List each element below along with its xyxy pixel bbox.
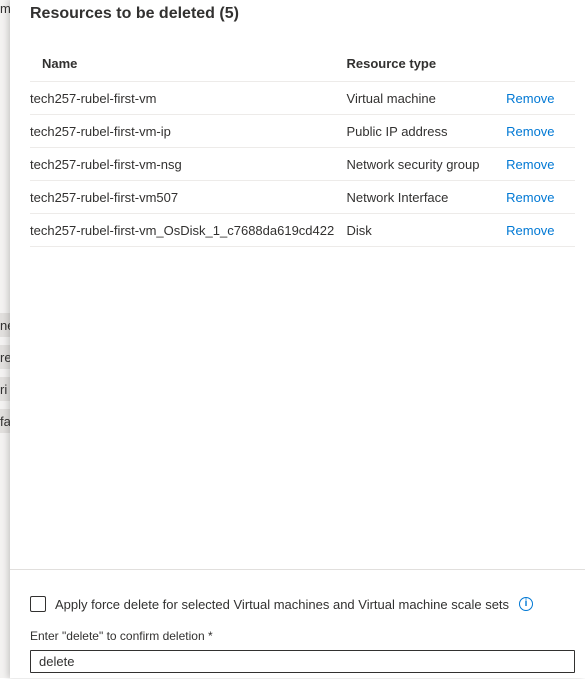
force-delete-label: Apply force delete for selected Virtual … [55, 596, 510, 612]
remove-link[interactable]: Remove [506, 124, 554, 139]
background-fragment: ri [0, 382, 8, 397]
table-header-row: Name Resource type [30, 45, 575, 82]
background-fragment: ne [0, 318, 10, 333]
resource-type: Disk [346, 213, 507, 247]
table-row: tech257-rubel-first-vm-ip Public IP addr… [30, 114, 575, 148]
background-fragment: re [0, 350, 10, 365]
force-delete-checkbox[interactable] [30, 596, 46, 612]
resource-name: tech257-rubel-first-vm507 [30, 180, 347, 214]
panel-title: Resources to be deleted (5) [30, 5, 239, 22]
panel-footer: Apply force delete for selected Virtual … [10, 569, 585, 679]
resource-name: tech257-rubel-first-vm [30, 81, 347, 115]
resource-type: Network security group [346, 147, 507, 181]
resource-type: Virtual machine [346, 81, 507, 115]
column-header-actions [506, 45, 575, 82]
column-header-resource-type: Resource type [346, 45, 507, 82]
table-row: tech257-rubel-first-vm507 Network Interf… [30, 180, 575, 214]
resource-name: tech257-rubel-first-vm-nsg [30, 147, 347, 181]
info-icon[interactable]: i [519, 597, 534, 611]
force-delete-row: Apply force delete for selected Virtual … [30, 596, 534, 612]
background-fragment: m [0, 1, 10, 16]
resources-table: Name Resource type tech257-rubel-first-v… [30, 45, 575, 247]
remove-link[interactable]: Remove [506, 157, 554, 172]
resource-name: tech257-rubel-first-vm-ip [30, 114, 347, 148]
resource-type: Public IP address [346, 114, 507, 148]
delete-resources-panel: Resources to be deleted (5) Name Resourc… [10, 0, 585, 678]
confirm-deletion-input[interactable] [30, 650, 575, 673]
confirm-deletion-label: Enter "delete" to confirm deletion * [30, 629, 213, 643]
remove-link[interactable]: Remove [506, 223, 554, 238]
resource-type: Network Interface [346, 180, 507, 214]
table-row: tech257-rubel-first-vm_OsDisk_1_c7688da6… [30, 213, 575, 247]
resource-name: tech257-rubel-first-vm_OsDisk_1_c7688da6… [30, 213, 347, 247]
remove-link[interactable]: Remove [506, 190, 554, 205]
background-fragment: fa [0, 414, 10, 429]
table-row: tech257-rubel-first-vm-nsg Network secur… [30, 147, 575, 181]
column-header-name: Name [30, 45, 347, 82]
background-page: m ne re ri fa [0, 0, 10, 678]
remove-link[interactable]: Remove [506, 91, 554, 106]
table-row: tech257-rubel-first-vm Virtual machine R… [30, 81, 575, 115]
